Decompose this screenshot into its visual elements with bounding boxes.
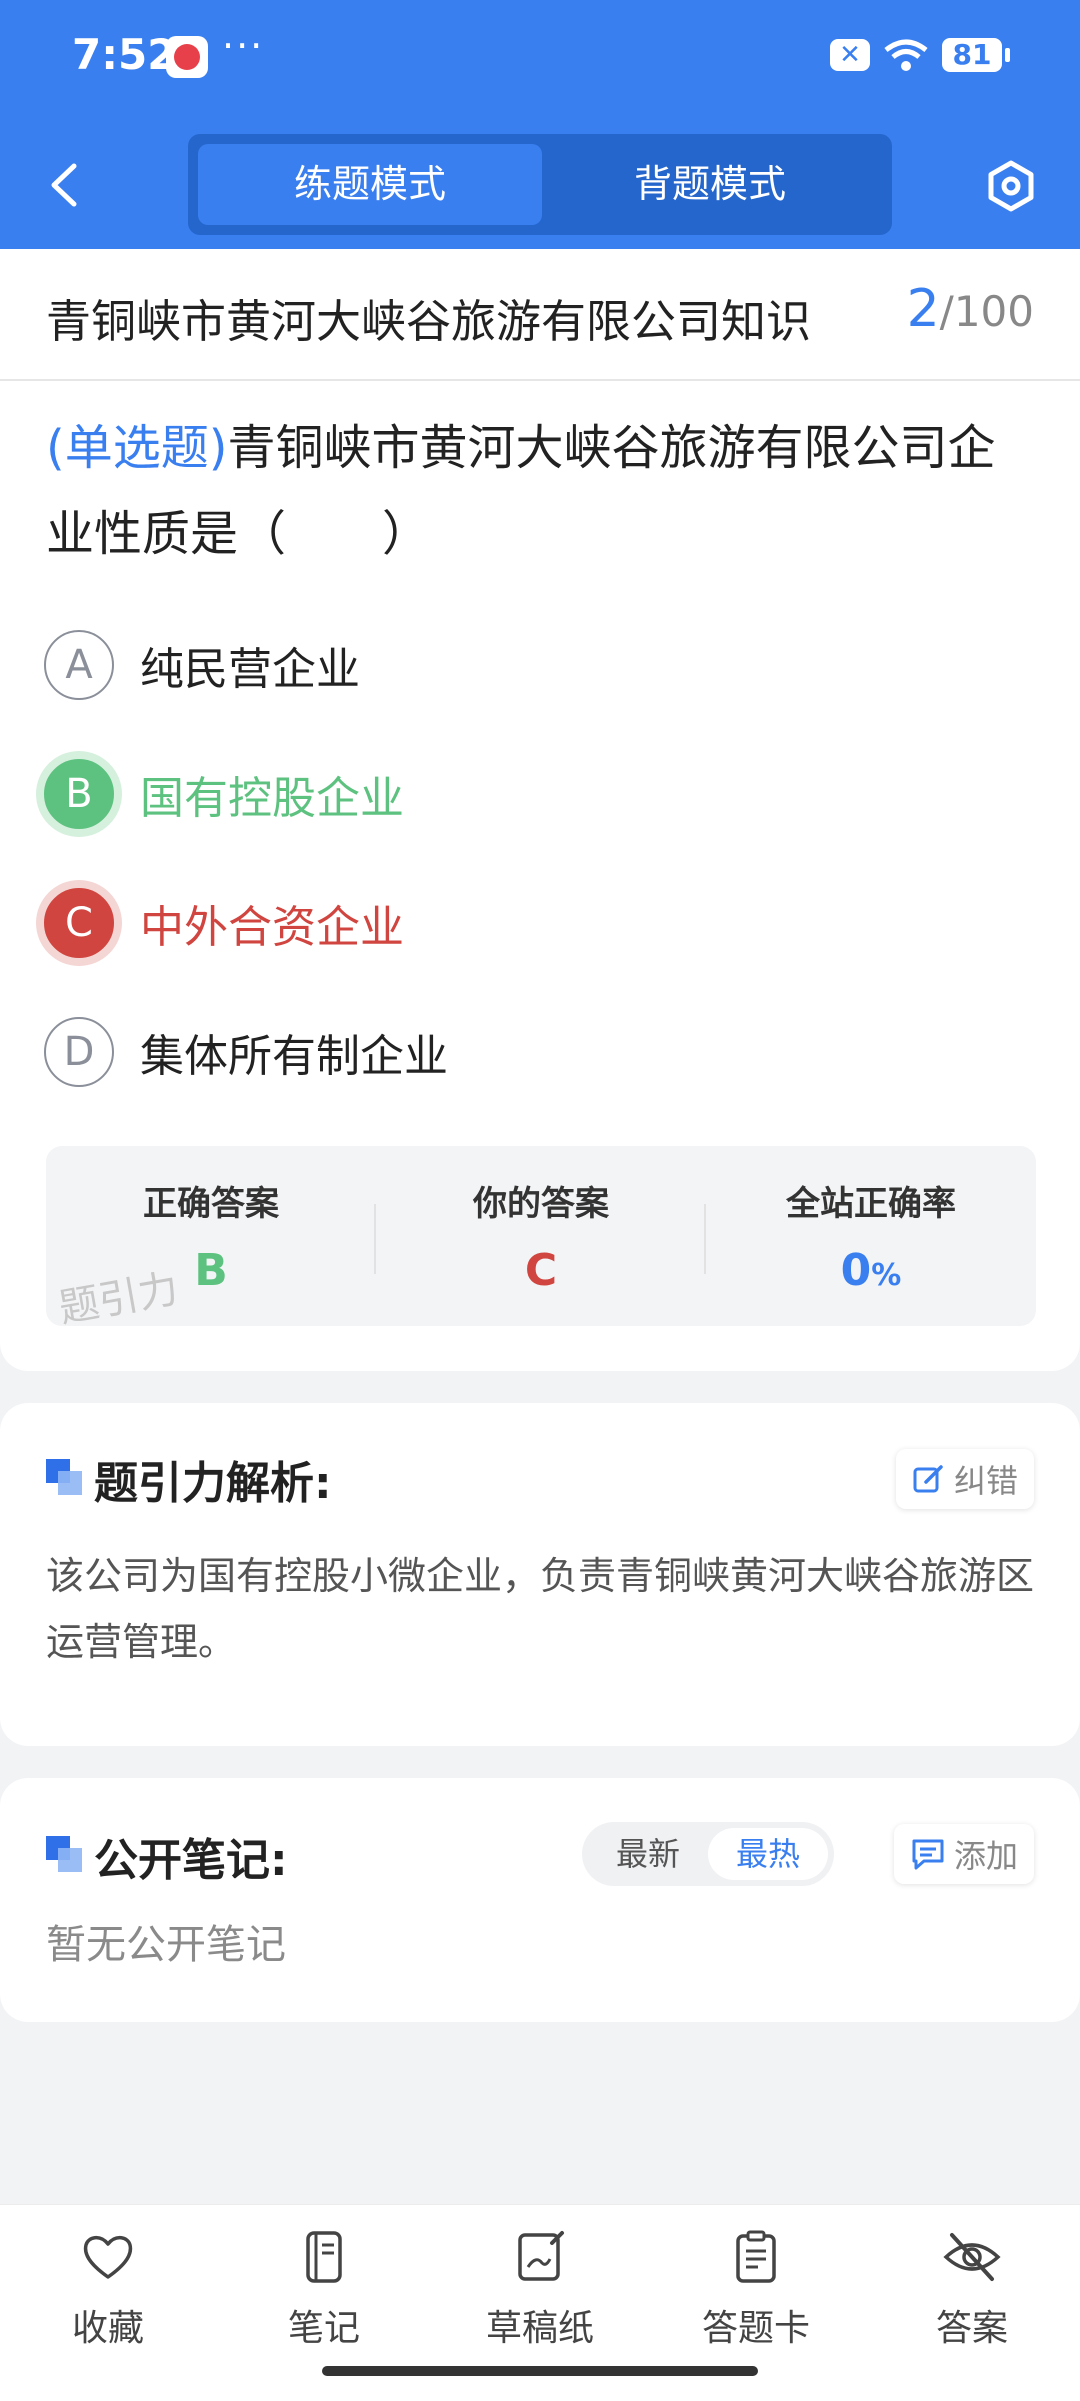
wifi-icon: [884, 39, 928, 71]
home-indicator[interactable]: [322, 2366, 758, 2376]
notification-x-icon: ✕: [830, 39, 870, 71]
sort-latest-button[interactable]: 最新: [588, 1828, 708, 1880]
nav-answer[interactable]: 答案: [864, 2227, 1080, 2351]
nav-scratchpad[interactable]: 草稿纸: [432, 2227, 648, 2351]
tab-recite-mode[interactable]: 背题模式: [538, 144, 882, 225]
clipboard-icon: [736, 2230, 776, 2283]
option-c[interactable]: C 中外合资企业: [44, 885, 404, 961]
notebook-icon: [306, 2231, 342, 2283]
notes-card: 公开笔记: 最新 最热 添加 暂无公开笔记: [0, 1778, 1080, 2022]
nav-favorite[interactable]: 收藏: [0, 2227, 216, 2351]
your-answer: 你的答案 C: [376, 1176, 706, 1296]
option-a[interactable]: A 纯民营企业: [44, 627, 360, 703]
question-stem: (单选题)青铜峡市黄河大峡谷旅游有限公司企业性质是（ ）: [46, 405, 1036, 577]
question-progress: 2/100: [907, 279, 1034, 339]
question-bank-bar: 青铜峡市黄河大峡谷旅游有限公司知识 2/100: [0, 249, 1080, 381]
back-button[interactable]: [44, 160, 84, 210]
option-d[interactable]: D 集体所有制企业: [44, 1014, 448, 1090]
comment-icon: [912, 1839, 944, 1870]
scratchpad-icon: [518, 2231, 564, 2281]
add-note-button[interactable]: 添加: [893, 1824, 1034, 1884]
site-accuracy-unit: %: [871, 1258, 902, 1293]
site-accuracy: 全站正确率 0%: [706, 1176, 1036, 1296]
option-letter: A: [44, 630, 114, 700]
question-bank-title: 青铜峡市黄河大峡谷旅游有限公司知识: [46, 295, 812, 348]
nav-label: 草稿纸: [485, 2308, 594, 2349]
nav-label: 收藏: [71, 2308, 144, 2349]
edit-icon: [913, 1465, 943, 1493]
app-notification-icon: [166, 36, 208, 78]
option-letter: B: [44, 759, 114, 829]
progress-total: 100: [953, 287, 1034, 336]
option-text: 集体所有制企业: [140, 1031, 448, 1082]
report-error-label: 纠错: [953, 1462, 1018, 1500]
question-type: (单选题): [46, 420, 228, 476]
settings-icon: [988, 160, 1034, 212]
option-b[interactable]: B 国有控股企业: [44, 756, 404, 832]
your-answer-label: 你的答案: [473, 1184, 609, 1224]
battery-icon: 81: [942, 38, 1010, 72]
add-note-label: 添加: [953, 1837, 1018, 1875]
analysis-text: 该公司为国有控股小微企业，负责青铜峡黄河大峡谷旅游区运营管理。: [46, 1554, 1035, 1664]
option-text: 国有控股企业: [140, 773, 404, 824]
notes-sort-toggle: 最新 最热: [582, 1822, 834, 1886]
nav-notes[interactable]: 笔记: [216, 2227, 432, 2351]
section-square-icon: [46, 1836, 82, 1872]
analysis-card: 题引力解析: 纠错 该公司为国有控股小微企业，负责青铜峡黄河大峡谷旅游区运营管理…: [0, 1403, 1080, 1746]
status-right-group: ✕ 81: [830, 38, 1010, 72]
option-letter: D: [44, 1017, 114, 1087]
chevron-left-icon: [51, 163, 77, 207]
heart-icon: [83, 2236, 133, 2279]
sort-hot-button[interactable]: 最热: [708, 1828, 828, 1880]
section-square-icon: [46, 1459, 82, 1495]
eye-hidden-icon: [943, 2233, 1001, 2281]
site-accuracy-number: 0: [840, 1245, 872, 1296]
app-header: 7:52 ··· ✕ 81 练题模式 背题模式: [0, 0, 1080, 249]
mode-switch: 练题模式 背题模式: [188, 134, 892, 235]
notes-title: 公开笔记:: [94, 1835, 288, 1886]
progress-current: 2: [906, 279, 940, 339]
option-text: 中外合资企业: [140, 902, 404, 953]
tab-practice-mode[interactable]: 练题模式: [198, 144, 542, 225]
progress-separator: /: [939, 287, 954, 336]
nav-answer-sheet[interactable]: 答题卡: [648, 2227, 864, 2351]
your-answer-value: C: [524, 1245, 558, 1296]
nav-label: 答题卡: [701, 2308, 810, 2349]
report-error-button[interactable]: 纠错: [895, 1449, 1034, 1509]
site-accuracy-value: 0%: [706, 1245, 1036, 1296]
nav-label: 答案: [935, 2308, 1008, 2349]
status-more-dots: ···: [222, 24, 265, 68]
analysis-title: 题引力解析:: [94, 1458, 332, 1509]
nav-label: 笔记: [287, 2308, 360, 2349]
option-letter: C: [44, 888, 114, 958]
answer-summary: 正确答案 B 你的答案 C 全站正确率 0%: [46, 1146, 1036, 1326]
option-text: 纯民营企业: [140, 644, 360, 695]
status-time: 7:52: [72, 30, 177, 79]
site-accuracy-label: 全站正确率: [786, 1184, 956, 1224]
correct-answer-label: 正确答案: [143, 1184, 279, 1224]
empty-notes-text: 暂无公开笔记: [46, 1922, 286, 1968]
settings-button[interactable]: [984, 159, 1038, 213]
